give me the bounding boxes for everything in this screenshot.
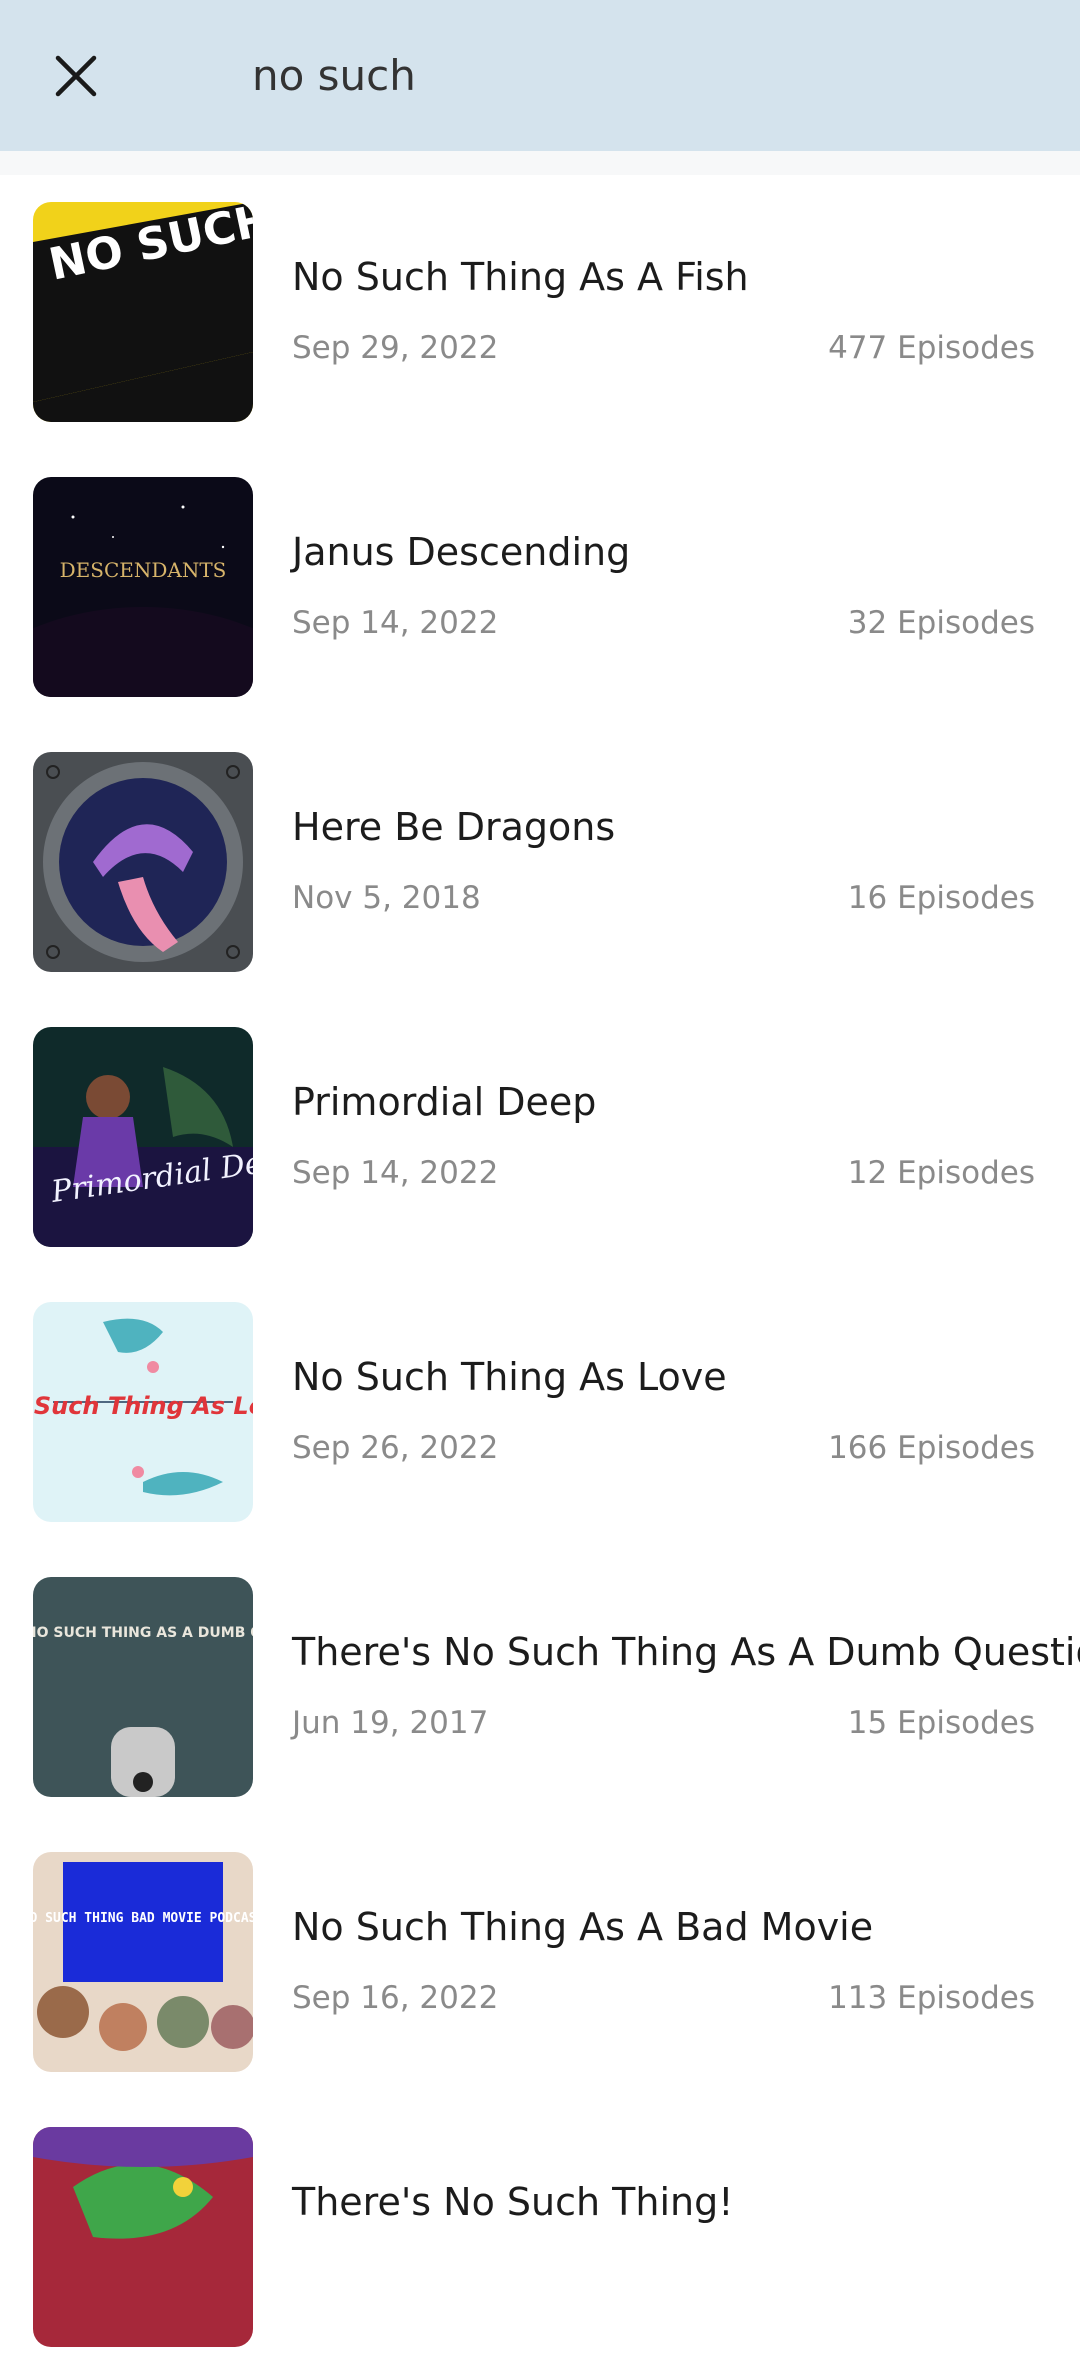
list-item[interactable]: Primordial Deep Primordial Deep Sep 14, … — [0, 1000, 1080, 1275]
primordial-artwork: Primordial Deep — [33, 1027, 253, 1247]
podcast-date: Jun 19, 2017 — [292, 1705, 489, 1741]
episode-count: 477 Episodes — [828, 330, 1035, 366]
podcast-artwork: NO SUCH THING AS A FISH — [33, 202, 253, 422]
artwork-text: DESCENDANTS — [60, 558, 227, 582]
no-such-thing-artwork — [33, 2127, 253, 2347]
podcast-artwork: Primordial Deep — [33, 1027, 253, 1247]
podcast-title: No Such Thing As Love — [292, 1355, 727, 1399]
podcast-date: Sep 26, 2022 — [292, 1430, 499, 1466]
artwork-text: No Such Thing As Love — [33, 1392, 253, 1420]
dragons-artwork — [33, 752, 253, 972]
podcast-title: No Such Thing As A Fish — [292, 255, 749, 299]
podcast-title: There's No Such Thing! — [292, 2180, 734, 2224]
dumb-question-artwork: THERE'S NO SUCH THING AS A DUMB QUESTION — [33, 1577, 253, 1797]
episode-count: 12 Episodes — [847, 1155, 1035, 1191]
love-artwork: No Such Thing As Love — [33, 1302, 253, 1522]
podcast-artwork: No Such Thing As Love — [33, 1302, 253, 1522]
podcast-title: Primordial Deep — [292, 1080, 597, 1124]
podcast-date: Sep 29, 2022 — [292, 330, 499, 366]
artwork-text: NO SUCH THING BAD MOVIE PODCAST — [33, 1911, 253, 1926]
list-item[interactable]: DESCENDANTS Janus Descending Sep 14, 202… — [0, 450, 1080, 725]
list-item[interactable]: Here Be Dragons Nov 5, 2018 16 Episodes — [0, 725, 1080, 1000]
episode-count: 16 Episodes — [847, 880, 1035, 916]
descendants-artwork: DESCENDANTS — [33, 477, 253, 697]
podcast-date: Sep 16, 2022 — [292, 1980, 499, 2016]
podcast-title: Here Be Dragons — [292, 805, 616, 849]
podcast-date: Nov 5, 2018 — [292, 880, 481, 916]
episode-count: 166 Episodes — [828, 1430, 1035, 1466]
list-item[interactable]: There's No Such Thing! — [0, 2100, 1080, 2375]
episode-count: 32 Episodes — [847, 605, 1035, 641]
podcast-title: No Such Thing As A Bad Movie — [292, 1905, 874, 1949]
podcast-title: There's No Such Thing As A Dumb Question — [292, 1630, 1080, 1674]
list-item[interactable]: THERE'S NO SUCH THING AS A DUMB QUESTION… — [0, 1550, 1080, 1825]
search-input[interactable] — [252, 40, 1032, 110]
podcast-artwork: NO SUCH THING BAD MOVIE PODCAST — [33, 1852, 253, 2072]
results-list: NO SUCH THING AS A FISH No Such Thing As… — [0, 175, 1080, 2375]
search-header — [0, 0, 1080, 151]
episode-count: 15 Episodes — [847, 1705, 1035, 1741]
artwork-text: THERE'S NO SUCH THING AS A DUMB QUESTION — [33, 1625, 253, 1641]
podcast-title: Janus Descending — [292, 530, 631, 574]
podcast-artwork — [33, 752, 253, 972]
podcast-date: Sep 14, 2022 — [292, 1155, 499, 1191]
podcast-artwork: THERE'S NO SUCH THING AS A DUMB QUESTION — [33, 1577, 253, 1797]
episode-count: 113 Episodes — [828, 1980, 1035, 2016]
list-item[interactable]: NO SUCH THING BAD MOVIE PODCAST No Such … — [0, 1825, 1080, 2100]
list-item[interactable]: No Such Thing As Love No Such Thing As L… — [0, 1275, 1080, 1550]
list-item[interactable]: NO SUCH THING AS A FISH No Such Thing As… — [0, 175, 1080, 450]
fish-artwork: NO SUCH THING AS A FISH — [33, 202, 253, 422]
bad-movie-artwork: NO SUCH THING BAD MOVIE PODCAST — [33, 1852, 253, 2072]
podcast-artwork — [33, 2127, 253, 2347]
close-button[interactable] — [36, 36, 116, 116]
header-divider — [0, 151, 1080, 175]
podcast-artwork: DESCENDANTS — [33, 477, 253, 697]
podcast-date: Sep 14, 2022 — [292, 605, 499, 641]
close-icon — [55, 55, 97, 97]
